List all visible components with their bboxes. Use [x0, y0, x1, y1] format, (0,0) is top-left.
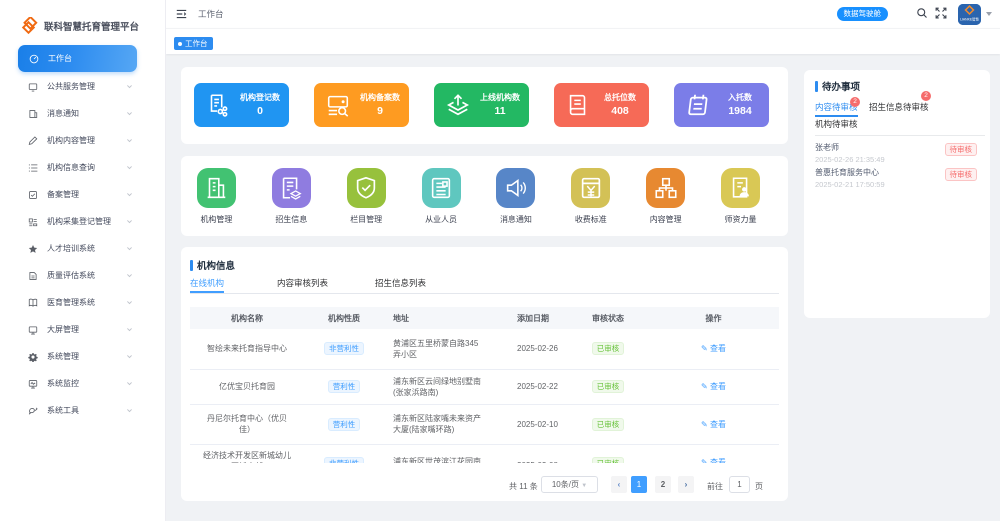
svg-text:LIANKE智慧: LIANKE智慧 — [960, 17, 979, 22]
